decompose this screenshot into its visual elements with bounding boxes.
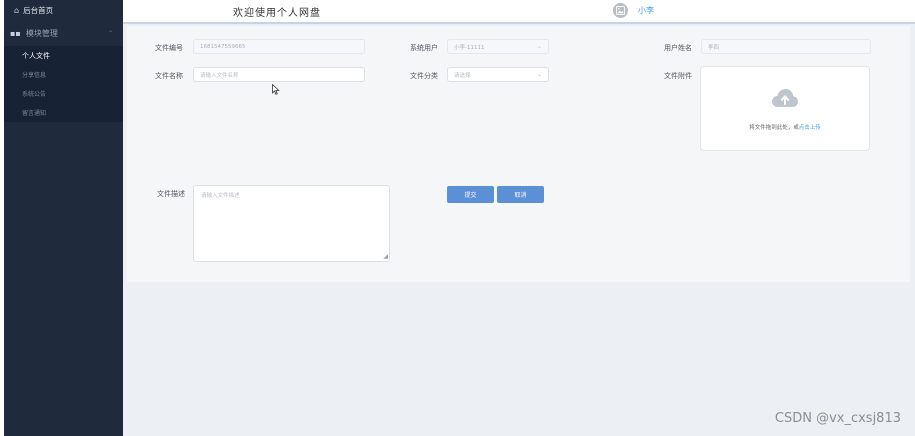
upload-tip: 将文件拖到此处，或点击上传 bbox=[701, 123, 869, 131]
user-name-field: 李四 bbox=[701, 39, 871, 54]
sidebar-group-label: 模块管理 bbox=[25, 28, 58, 38]
upload-dropzone[interactable]: 将文件拖到此处，或点击上传 bbox=[700, 66, 870, 151]
mouse-cursor-icon bbox=[272, 84, 280, 95]
user-name-label: 用户姓名 bbox=[664, 44, 692, 52]
sidebar-item-announcements[interactable]: 系统公告 bbox=[4, 84, 123, 103]
submit-button[interactable]: 提交 bbox=[447, 186, 494, 203]
file-name-placeholder: 请输入文件名称 bbox=[200, 72, 239, 79]
watermark: CSDN @vx_cxsj813 bbox=[774, 411, 901, 426]
chevron-down-icon: ⌄ bbox=[536, 43, 542, 50]
sidebar-item-label: 留言通知 bbox=[22, 110, 47, 117]
username[interactable]: 小李 bbox=[638, 5, 654, 16]
sidebar-item-messages[interactable]: 留言通知 bbox=[4, 103, 123, 122]
cancel-button[interactable]: 取消 bbox=[497, 186, 544, 203]
sys-user-select: 小李-11111 ⌄ bbox=[447, 39, 549, 54]
desc-label: 文件描述 bbox=[157, 190, 185, 198]
sidebar-home-label: 后台首页 bbox=[23, 5, 54, 15]
resize-handle-icon[interactable]: ◢ bbox=[383, 253, 388, 260]
file-no-label: 文件编号 bbox=[155, 44, 183, 52]
header: 欢迎使用个人网盘 小李 bbox=[123, 0, 915, 24]
upload-link[interactable]: 点击上传 bbox=[799, 125, 821, 131]
sidebar-item-label: 分享信息 bbox=[22, 72, 47, 79]
home-icon: ⌂ bbox=[14, 5, 20, 15]
user-menu[interactable]: 小李 bbox=[613, 3, 654, 18]
page-title: 欢迎使用个人网盘 bbox=[233, 8, 321, 19]
cloud-upload-icon bbox=[772, 89, 798, 107]
sidebar-item-personal-files[interactable]: 个人文件 bbox=[4, 46, 123, 65]
sidebar-item-label: 个人文件 bbox=[22, 51, 50, 60]
file-category-placeholder: 请选择 bbox=[454, 72, 471, 79]
sys-user-label: 系统用户 bbox=[410, 44, 438, 52]
image-icon bbox=[616, 6, 625, 15]
sidebar-group-modules[interactable]: ▪▪ 模块管理 ⌃ bbox=[4, 20, 123, 46]
desc-textarea[interactable]: 请输入文件描述 ◢ bbox=[193, 185, 390, 262]
file-name-input[interactable]: 请输入文件名称 bbox=[193, 67, 365, 82]
sidebar-item-home[interactable]: ⌂ 后台首页 bbox=[4, 0, 123, 20]
grid-icon: ▪▪ bbox=[10, 28, 21, 38]
user-name-value: 李四 bbox=[708, 44, 720, 51]
avatar[interactable] bbox=[613, 3, 628, 18]
sidebar-item-share-info[interactable]: 分享信息 bbox=[4, 65, 123, 84]
file-no-field: 1681547559665 bbox=[193, 39, 365, 54]
main-content: 文件编号 1681547559665 系统用户 小李-11111 ⌄ 用户姓名 … bbox=[123, 24, 915, 436]
file-no-value: 1681547559665 bbox=[200, 43, 246, 50]
sidebar: ⌂ 后台首页 ▪▪ 模块管理 ⌃ 个人文件 分享信息 系统公告 留言通知 bbox=[4, 0, 123, 436]
file-form-card: 文件编号 1681547559665 系统用户 小李-11111 ⌄ 用户姓名 … bbox=[127, 26, 910, 282]
file-name-label: 文件名称 bbox=[155, 72, 183, 80]
sidebar-submenu: 个人文件 分享信息 系统公告 留言通知 bbox=[4, 46, 123, 122]
upload-tip-text: 将文件拖到此处，或 bbox=[749, 125, 799, 131]
desc-placeholder: 请输入文件描述 bbox=[201, 193, 240, 199]
chevron-down-icon: ⌄ bbox=[536, 71, 542, 78]
sidebar-item-label: 系统公告 bbox=[22, 91, 47, 98]
sys-user-value: 小李-11111 bbox=[454, 44, 485, 51]
chevron-up-icon: ⌃ bbox=[107, 29, 113, 37]
file-category-select[interactable]: 请选择 ⌄ bbox=[447, 67, 549, 82]
attachment-label: 文件附件 bbox=[664, 72, 692, 80]
file-category-label: 文件分类 bbox=[410, 72, 438, 80]
